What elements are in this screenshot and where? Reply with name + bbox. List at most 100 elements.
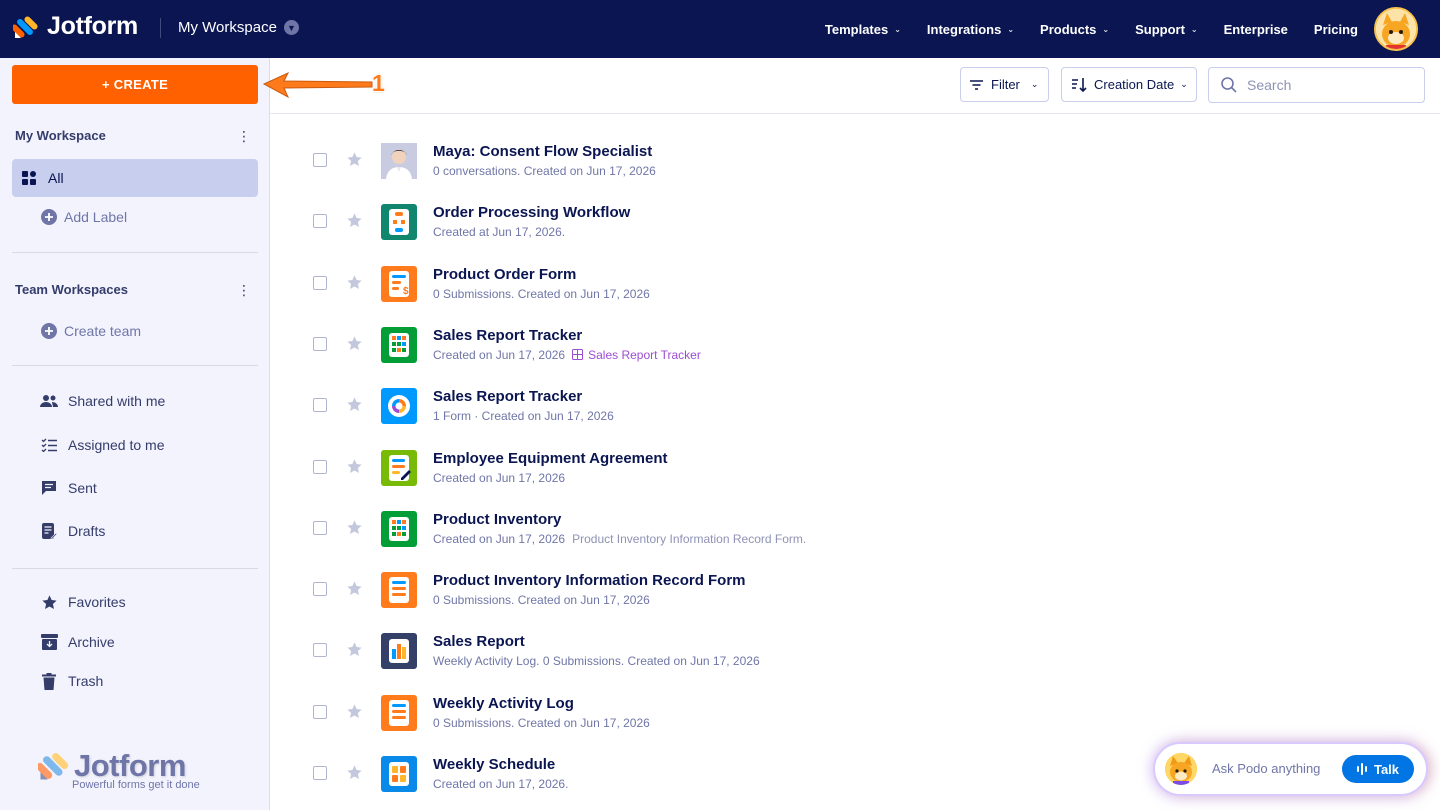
- item-meta-text: 0 Submissions. Created on Jun 17, 2026: [433, 286, 650, 301]
- row-checkbox[interactable]: [313, 459, 327, 474]
- item-meta: Weekly Activity Log. 0 Submissions. Crea…: [433, 654, 760, 668]
- list-item[interactable]: Maya: Consent Flow Specialist 0 conversat…: [270, 121, 1440, 181]
- toolbar: Filter ⌄ Creation Date ⌄: [270, 58, 1440, 114]
- chevron-down-icon: ⌄: [1030, 79, 1039, 89]
- row-checkbox[interactable]: [313, 398, 327, 413]
- nav-item-enterprise[interactable]: Enterprise: [1224, 22, 1288, 37]
- sidebar-item-label: Favorites: [68, 594, 126, 610]
- form-icon: [381, 694, 417, 731]
- star-icon[interactable]: [346, 274, 363, 291]
- sidebar-item-sent[interactable]: Sent: [40, 469, 250, 507]
- star-icon[interactable]: [346, 458, 363, 475]
- item-title[interactable]: Weekly Activity Log: [433, 695, 574, 712]
- sidebar-item-trash[interactable]: Trash: [40, 662, 250, 700]
- podo-prompt: Ask Podo anything: [1212, 761, 1321, 776]
- nav-item-products[interactable]: Products ⌄: [1040, 22, 1109, 37]
- star-icon[interactable]: [346, 641, 363, 658]
- nav-item-pricing[interactable]: Pricing: [1314, 22, 1358, 37]
- list-item[interactable]: $ Product Order Form 0 Submissions. Create…: [270, 244, 1440, 304]
- agent-avatar-icon: [381, 143, 417, 179]
- jotform-logo[interactable]: Jotform: [13, 12, 138, 41]
- sort-button[interactable]: Creation Date ⌄: [1061, 67, 1197, 102]
- sidebar-divider: [12, 365, 258, 366]
- star-icon[interactable]: [346, 396, 363, 413]
- sidebar-item-label: Assigned to me: [68, 437, 165, 453]
- sidebar-item-archive[interactable]: Archive: [40, 623, 250, 661]
- row-checkbox[interactable]: [313, 704, 327, 719]
- list-item[interactable]: Order Processing Workflow Created at Jun …: [270, 182, 1440, 242]
- workspace-switcher[interactable]: My Workspace ▼: [178, 19, 299, 36]
- sidebar-item-assigned[interactable]: Assigned to me: [40, 426, 250, 464]
- sidebar-item-label: Drafts: [68, 523, 106, 539]
- sidebar-item-shared[interactable]: Shared with me: [40, 382, 250, 420]
- star-icon[interactable]: [346, 212, 363, 229]
- add-label-button[interactable]: Add Label: [40, 198, 250, 236]
- search-input[interactable]: [1247, 77, 1407, 93]
- item-title[interactable]: Sales Report Tracker: [433, 388, 582, 405]
- item-title[interactable]: Product Inventory Information Record For…: [433, 572, 746, 589]
- item-title[interactable]: Sales Report Tracker: [433, 327, 582, 344]
- filter-icon: [970, 79, 983, 90]
- item-meta: 0 Submissions. Created on Jun 17, 2026: [433, 716, 650, 730]
- row-checkbox[interactable]: [313, 336, 327, 351]
- podo-avatar: [1165, 753, 1197, 785]
- star-icon[interactable]: [346, 519, 363, 536]
- sidebar-item-label: Sent: [68, 480, 97, 496]
- row-checkbox[interactable]: [313, 153, 327, 167]
- item-title[interactable]: Order Processing Workflow: [433, 204, 630, 221]
- filter-button[interactable]: Filter ⌄: [960, 67, 1049, 102]
- sidebar-item-all[interactable]: All: [12, 159, 258, 197]
- item-title[interactable]: Employee Equipment Agreement: [433, 450, 668, 467]
- sidebar-divider: [12, 252, 258, 253]
- linked-table-link[interactable]: Sales Report Tracker: [572, 348, 701, 362]
- row-checkbox[interactable]: [313, 214, 327, 229]
- sidebar-item-favorites[interactable]: Favorites: [40, 583, 250, 621]
- star-icon[interactable]: [346, 335, 363, 352]
- item-title[interactable]: Sales Report: [433, 633, 525, 650]
- nav-item-templates[interactable]: Templates ⌄: [825, 22, 901, 37]
- list-item[interactable]: Weekly Activity Log 0 Submissions. Create…: [270, 673, 1440, 733]
- podo-assistant-bar[interactable]: Ask Podo anything Talk: [1155, 744, 1426, 794]
- item-meta: Created on Jun 17, 2026 Sales Report Trac…: [433, 348, 701, 362]
- payment-form-icon: $: [381, 265, 417, 302]
- create-team-button[interactable]: Create team: [40, 312, 250, 350]
- my-workspace-menu-icon[interactable]: ⋮: [237, 128, 251, 144]
- item-title[interactable]: Product Order Form: [433, 266, 576, 283]
- row-checkbox[interactable]: [313, 275, 327, 290]
- star-icon[interactable]: [346, 580, 363, 597]
- table-icon: [381, 326, 417, 363]
- main-nav: Templates ⌄ Integrations ⌄ Products ⌄ Support ⌄…: [799, 0, 1358, 58]
- list-item[interactable]: Sales Report Tracker 1 Form · Created on …: [270, 366, 1440, 426]
- sidebar-item-label: Shared with me: [68, 393, 166, 409]
- form-icon: [381, 572, 417, 609]
- item-meta-text: Created on Jun 17, 2026: [433, 470, 566, 485]
- item-meta-text: 0 conversations. Created on Jun 17, 2026: [433, 164, 656, 178]
- list-item[interactable]: Employee Equipment Agreement Created on J…: [270, 428, 1440, 488]
- list-item[interactable]: Sales Report Tracker Created on Jun 17, 2…: [270, 305, 1440, 365]
- row-checkbox[interactable]: [313, 643, 327, 658]
- talk-button[interactable]: Talk: [1342, 755, 1414, 783]
- item-meta-text: Created at Jun 17, 2026.: [433, 225, 566, 240]
- item-title[interactable]: Maya: Consent Flow Specialist: [433, 143, 652, 160]
- list-item[interactable]: Product Inventory Information Record For…: [270, 550, 1440, 610]
- search-box[interactable]: [1208, 67, 1425, 103]
- item-meta-text: Weekly Activity Log. 0 Submissions. Crea…: [433, 654, 760, 669]
- row-checkbox[interactable]: [313, 520, 327, 535]
- item-title[interactable]: Product Inventory: [433, 511, 561, 528]
- row-checkbox[interactable]: [313, 766, 327, 780]
- nav-item-label: Pricing: [1313, 21, 1358, 37]
- row-checkbox[interactable]: [313, 582, 327, 597]
- nav-item-support[interactable]: Support ⌄: [1135, 22, 1198, 37]
- jotform-logo-icon: [13, 15, 38, 38]
- list-item[interactable]: Product Inventory Created on Jun 17, 2026…: [270, 489, 1440, 549]
- star-icon[interactable]: [346, 151, 363, 168]
- team-workspaces-menu-icon[interactable]: ⋮: [237, 282, 251, 298]
- list-item[interactable]: Sales Report Weekly Activity Log. 0 Submi…: [270, 611, 1440, 671]
- user-avatar[interactable]: [1374, 7, 1418, 51]
- create-button[interactable]: + CREATE: [12, 65, 258, 104]
- item-title[interactable]: Weekly Schedule: [433, 756, 555, 773]
- nav-item-integrations[interactable]: Integrations ⌄: [927, 22, 1014, 37]
- star-icon[interactable]: [346, 764, 363, 781]
- star-icon[interactable]: [346, 703, 363, 720]
- sidebar-item-drafts[interactable]: Drafts: [40, 512, 250, 550]
